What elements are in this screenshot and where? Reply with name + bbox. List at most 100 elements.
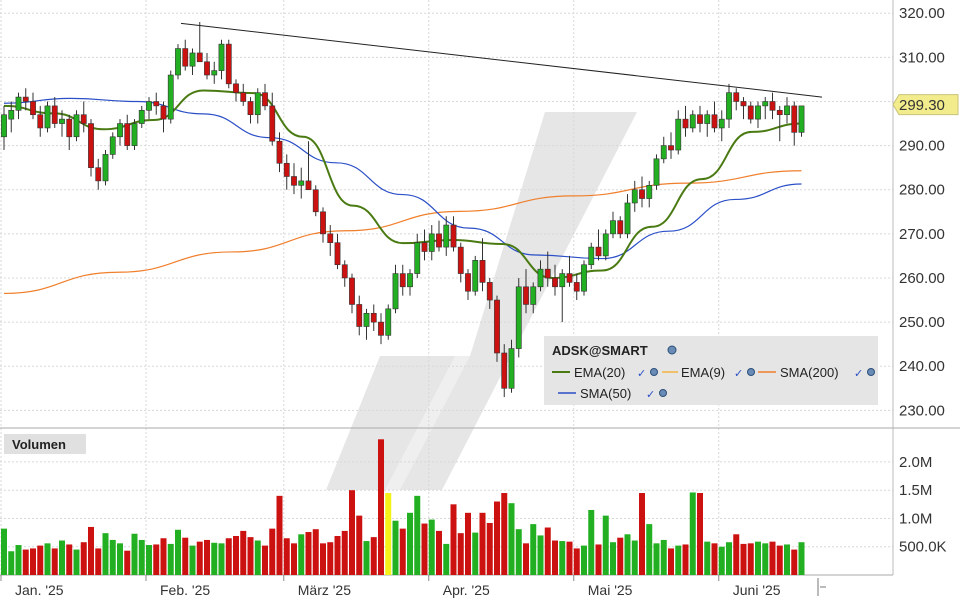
settings-icon[interactable] [867,368,875,376]
check-icon[interactable]: ✓ [637,367,646,380]
volume-bar [479,512,486,575]
candle-body [160,105,167,120]
candle-body [711,114,718,129]
candle-body [196,52,203,63]
candle-body [291,176,297,186]
candle-body [22,96,29,102]
volume-bar [653,543,660,575]
volume-bar [436,530,442,575]
candle-body [508,348,515,389]
volume-bar [610,542,616,575]
volume-bar [320,543,326,575]
volume-bar [283,538,290,575]
volume-bar [196,541,203,575]
candle [472,255,479,296]
candle-body [573,282,580,292]
candle-body [204,61,210,76]
legend-label-sma200: SMA(200) [780,365,839,380]
candle-body [602,233,609,257]
volume-bar [385,493,392,575]
check-icon[interactable]: ✓ [734,367,743,380]
month-label: Jan. '25 [15,582,64,598]
price-tick-label: 240.00 [899,358,945,375]
volume-bar [189,545,196,575]
settings-icon[interactable] [650,368,658,376]
candle-body [44,105,51,129]
candle-body [218,43,225,71]
volume-bar [784,544,790,575]
candle-body [414,242,421,274]
volume-bar [15,545,22,575]
volume-bar [472,532,479,575]
candle [653,154,660,190]
volume-bar [262,545,268,575]
candle-body [175,48,181,76]
candle-body [718,118,725,129]
candle-body [312,189,319,213]
candle-body [30,101,36,116]
volume-bar [276,495,283,575]
candle-body [428,233,435,252]
check-icon[interactable]: ✓ [646,388,655,401]
candle [581,260,587,296]
volume-bar [363,541,370,575]
candle [494,295,500,362]
stock-chart: 230.00 240.00 250.00 260.00 270.00 280.00 290.… [0,0,960,600]
volume-bar [450,504,457,575]
candle [602,229,609,261]
volume-bar [523,543,529,575]
volume-bar [733,534,740,575]
candle [385,304,392,340]
candle-body [660,145,667,160]
candle-body [566,273,573,283]
candle-body [15,96,22,111]
candle [515,277,522,358]
last-price-tag: 299.30 [892,94,959,116]
volume-bar [631,540,638,575]
volume-bar [131,533,138,575]
volume-bar [51,548,58,575]
candle [175,44,181,80]
volume-bar [414,495,421,575]
volume-bar [668,548,674,575]
candle-body [276,140,283,164]
candle-body [465,273,471,292]
settings-icon[interactable] [659,389,667,397]
volume-bar [146,545,152,575]
candle-body [653,158,660,186]
candle-body [225,43,232,85]
volume-bar [465,512,471,575]
volume-bar [298,534,305,575]
price-tick-label: 250.00 [899,314,945,331]
check-icon[interactable]: ✓ [854,367,863,380]
candle-body [726,92,732,120]
candle-body [776,110,783,116]
candle-body [523,286,529,305]
volume-bar [421,523,428,575]
volume-bar [718,546,725,575]
volume-bar [624,534,631,575]
month-label: Juni '25 [733,582,781,598]
candle-body [762,101,769,107]
settings-icon[interactable] [747,368,755,376]
candle-body [689,114,696,129]
volume-bar [44,543,51,575]
volume-tick-label: 500.0K [899,539,947,556]
volume-bar [689,492,696,575]
price-tick-label: 280.00 [899,182,945,199]
candle-body [298,180,305,186]
volume-bar [747,543,754,575]
candle-body [697,114,703,124]
candle-body [552,277,558,288]
candle-body [740,101,747,107]
volume-panel-title: Volumen [12,437,66,452]
volume-bar [182,537,189,575]
legend-symbol: ADSK@SMART [552,343,648,358]
candle-body [515,286,522,349]
candle-body [769,101,776,111]
settings-icon[interactable] [667,345,677,355]
candle-body [153,101,160,107]
candle-body [80,114,87,124]
volume-bar [682,544,689,575]
candle-body [631,189,638,204]
